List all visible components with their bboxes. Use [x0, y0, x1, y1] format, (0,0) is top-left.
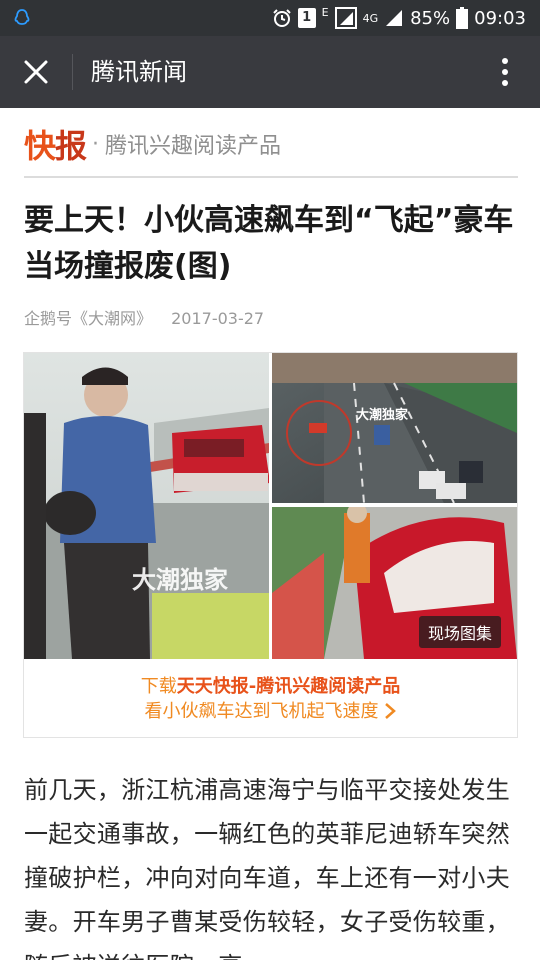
brand-separator: ·: [92, 131, 100, 157]
app-bar-divider: [72, 54, 73, 90]
article-title: 要上天！小伙高速飙车到“飞起”豪车当场撞报废(图): [24, 203, 514, 284]
sim-icon: 1: [297, 8, 316, 28]
battery-icon: [456, 7, 469, 29]
gallery-badge[interactable]: 现场图集: [418, 616, 501, 648]
qq-icon: [14, 9, 30, 25]
signal-box-icon: [334, 7, 357, 29]
image-card[interactable]: 大潮独家 大潮独家 现场图集 下载天天快报-腾讯兴趣阅读产品 看小伙飙车达到飞机…: [23, 352, 518, 738]
app-bar: 腾讯新闻: [0, 36, 540, 108]
signal-icon: [386, 10, 403, 26]
status-bar: 1 E 4G 85% 09:03: [0, 0, 540, 36]
kuaibao-brand[interactable]: 快报 · 腾讯兴趣阅读产品: [24, 122, 281, 166]
accident-photo-collage[interactable]: 大潮独家 大潮独家: [24, 353, 517, 659]
edge-icon: E: [321, 6, 329, 19]
cta-line-2: 看小伙飙车达到飞机起飞速度: [24, 699, 517, 725]
close-icon[interactable]: [16, 52, 56, 92]
cta-line-1: 下载天天快报-腾讯兴趣阅读产品: [140, 676, 401, 697]
header-divider: [24, 176, 518, 178]
watermark-2: 大潮独家: [356, 407, 409, 423]
alarm-icon: [272, 9, 291, 27]
battery-percent: 85%: [410, 7, 451, 29]
download-cta[interactable]: 下载天天快报-腾讯兴趣阅读产品 看小伙飙车达到飞机起飞速度: [24, 659, 517, 737]
clock: 09:03: [474, 7, 526, 29]
app-title: 腾讯新闻: [91, 58, 187, 86]
4g-icon: 4G: [362, 11, 379, 25]
article-source[interactable]: 企鹅号《大潮网》: [24, 309, 152, 328]
article-meta: 企鹅号《大潮网》 2017-03-27: [24, 305, 278, 329]
brand-tagline: 腾讯兴趣阅读产品: [105, 134, 282, 159]
article-date: 2017-03-27: [171, 309, 265, 328]
status-icons: 1 E 4G 85% 09:03: [272, 0, 526, 36]
more-vertical-icon[interactable]: [490, 52, 520, 92]
article-body: 前几天，浙江杭浦高速海宁与临平交接处发生一起交通事故，一辆红色的英菲尼迪轿车突然…: [24, 776, 510, 960]
kuaibao-logo: 快报: [24, 127, 87, 165]
watermark-1: 大潮独家: [132, 566, 228, 594]
chevron-right-icon: [384, 703, 396, 719]
